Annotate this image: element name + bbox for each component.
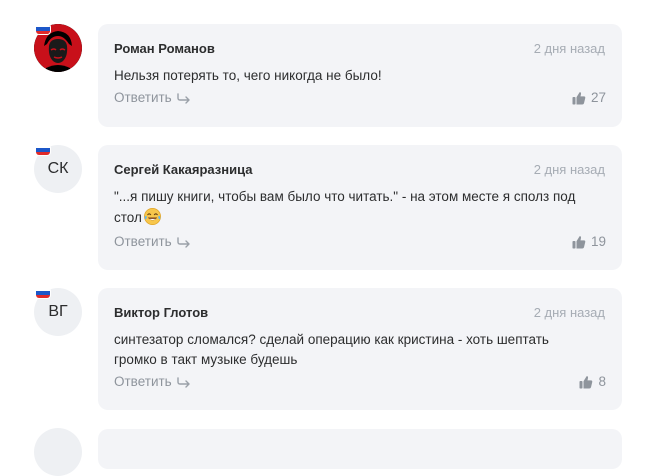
- comment-date: 2 дня назад: [533, 305, 605, 320]
- reply-button[interactable]: Ответить: [114, 234, 191, 249]
- russia-flag-icon: [36, 288, 50, 298]
- like-count: 27: [590, 90, 606, 105]
- like-count: 19: [590, 234, 606, 249]
- reply-label: Ответить: [114, 90, 172, 105]
- comment-card: Виктор Глотов 2 дня назад синтезатор сло…: [98, 288, 622, 410]
- comment-text: синтезатор сломался? сделай операцию как…: [114, 332, 549, 367]
- comment-author[interactable]: Виктор Глотов: [114, 305, 208, 320]
- like-button[interactable]: 19: [572, 234, 606, 249]
- comment-card: Сергей Какаяразница 2 дня назад "...я пи…: [98, 145, 622, 270]
- comment-card: [98, 429, 622, 469]
- comment-date: 2 дня назад: [533, 162, 605, 177]
- reply-arrow-icon: [177, 92, 190, 104]
- russia-flag-icon: [36, 24, 50, 34]
- like-button[interactable]: 8: [579, 374, 606, 389]
- comment-date: 2 дня назад: [533, 41, 605, 56]
- comment-card: Роман Романов 2 дня назад Нельзя потерят…: [98, 24, 622, 127]
- avatar[interactable]: [34, 428, 82, 476]
- thumbs-up-icon: [572, 91, 586, 104]
- comment-text-wrap: "...я пишу книги, чтобы вам было что чит…: [114, 187, 604, 232]
- reply-label: Ответить: [114, 234, 172, 249]
- comment-text: "...я пишу книги, чтобы вам было что чит…: [114, 189, 576, 225]
- comment-text: Нельзя потерять то, чего никогда не было…: [114, 68, 382, 83]
- comment-author[interactable]: Сергей Какаяразница: [114, 162, 252, 177]
- like-button[interactable]: 27: [572, 90, 606, 105]
- reply-arrow-icon: [177, 376, 190, 388]
- avatar-initials: ВГ: [48, 303, 68, 320]
- tears-of-joy-emoji-icon: [143, 207, 162, 232]
- comment-author[interactable]: Роман Романов: [114, 41, 215, 56]
- reply-label: Ответить: [114, 374, 172, 389]
- reply-arrow-icon: [177, 236, 190, 248]
- reply-button[interactable]: Ответить: [114, 90, 191, 105]
- like-count: 8: [598, 374, 606, 389]
- thumbs-up-icon: [572, 235, 586, 248]
- thumbs-up-icon: [579, 375, 593, 388]
- russia-flag-icon: [36, 145, 50, 155]
- reply-button[interactable]: Ответить: [114, 374, 191, 389]
- avatar-initials: СК: [47, 160, 69, 177]
